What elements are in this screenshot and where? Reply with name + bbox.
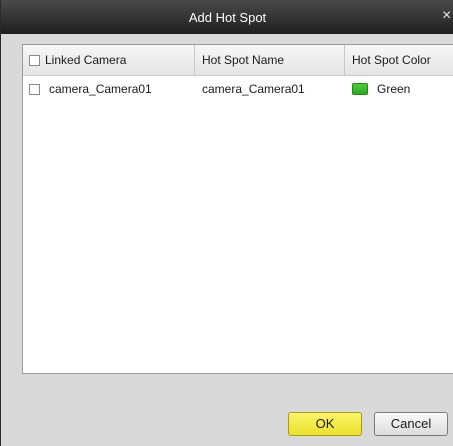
column-header-label: Hot Spot Color bbox=[352, 53, 431, 67]
column-header-hot-spot-name[interactable]: Hot Spot Name bbox=[195, 45, 345, 75]
column-header-label: Linked Camera bbox=[45, 53, 127, 67]
color-swatch[interactable] bbox=[352, 83, 368, 95]
cancel-button[interactable]: Cancel bbox=[374, 412, 448, 436]
linked-camera-cell: camera_Camera01 bbox=[49, 82, 152, 96]
dialog-footer: OK Cancel bbox=[1, 396, 453, 446]
ok-button[interactable]: OK bbox=[288, 412, 362, 436]
add-hot-spot-dialog: Add Hot Spot × Linked Camera Hot Spot Na… bbox=[0, 0, 453, 446]
select-all-checkbox[interactable] bbox=[29, 55, 40, 66]
table-row[interactable]: camera_Camera01 camera_Camera01 Green bbox=[23, 76, 453, 102]
column-header-label: Hot Spot Name bbox=[202, 53, 285, 67]
dialog-title: Add Hot Spot bbox=[188, 9, 267, 25]
dialog-titlebar: Add Hot Spot × bbox=[1, 0, 453, 34]
close-icon[interactable]: × bbox=[442, 6, 453, 26]
column-header-linked-camera[interactable]: Linked Camera bbox=[23, 45, 195, 75]
hot-spot-color-cell: Green bbox=[377, 82, 411, 96]
table-header: Linked Camera Hot Spot Name Hot Spot Col… bbox=[23, 45, 453, 76]
hot-spot-table: Linked Camera Hot Spot Name Hot Spot Col… bbox=[22, 44, 453, 374]
row-checkbox[interactable] bbox=[29, 84, 40, 95]
hot-spot-name-cell: camera_Camera01 bbox=[202, 82, 305, 96]
column-header-hot-spot-color[interactable]: Hot Spot Color bbox=[345, 45, 453, 75]
